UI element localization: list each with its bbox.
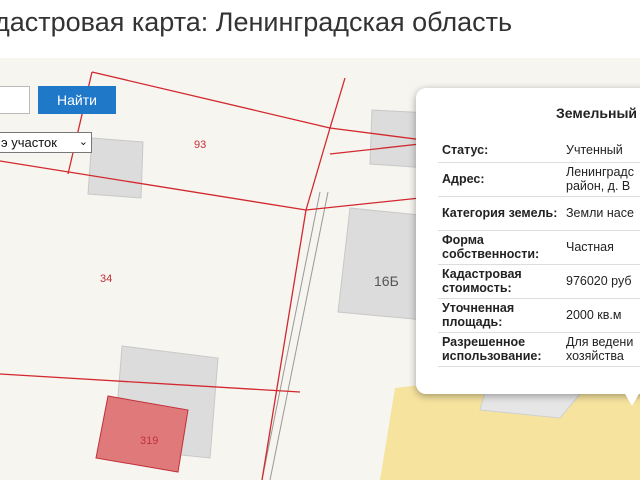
row-key: Статус:: [438, 138, 562, 163]
table-row: Категория земель: Земли насе: [438, 196, 640, 231]
parcel-label-93: 93: [194, 139, 206, 151]
parcel-info-popup: Земельный Статус: Учтенный Адрес: Ленингра…: [416, 88, 640, 394]
row-value: 976020 руб: [562, 264, 640, 299]
row-key: Уточненная площадь:: [438, 298, 562, 333]
object-type-select[interactable]: э участок ⌄: [0, 132, 92, 153]
row-key: Кадастровая стоимость:: [438, 264, 562, 299]
building: [87, 137, 144, 199]
row-value: Земли насе: [562, 196, 640, 231]
chevron-down-icon: ⌄: [78, 136, 88, 148]
object-type-selected: э участок: [1, 135, 57, 150]
row-value-text: Ленинградс район, д. В: [566, 165, 634, 193]
cadastral-number-input[interactable]: [0, 86, 30, 114]
building-label-16b: 16Б: [374, 273, 399, 289]
row-key: Разрешенное использование:: [438, 332, 562, 367]
row-value: Учтенный: [562, 138, 640, 163]
parcel-label-34: 34: [100, 273, 112, 285]
highlighted-parcel: [95, 395, 189, 473]
parcel-label-319: 319: [140, 435, 158, 447]
table-row: Адрес: Ленинградс район, д. В: [438, 162, 640, 197]
row-value: Частная: [562, 230, 640, 265]
table-row: Уточненная площадь: 2000 кв.м: [438, 298, 640, 333]
row-value: Ленинградс район, д. В: [562, 162, 640, 197]
parcel-info-table: Статус: Учтенный Адрес: Ленинградс район, …: [438, 138, 640, 367]
row-value: 2000 кв.м: [562, 298, 640, 333]
row-key: Форма собственности:: [438, 230, 562, 265]
table-row: Кадастровая стоимость: 976020 руб: [438, 264, 640, 299]
table-row: Форма собственности: Частная: [438, 230, 640, 265]
row-key: Категория земель:: [438, 196, 562, 231]
table-row: Статус: Учтенный: [438, 138, 640, 163]
page-title: дастровая карта: Ленинградская область: [0, 7, 513, 37]
popup-pointer: [624, 392, 640, 406]
row-value-text: Для ведени хозяйства: [566, 335, 634, 363]
table-row: Разрешенное использование: Для ведени хоз…: [438, 332, 640, 367]
search-button[interactable]: Найти: [38, 86, 116, 114]
row-key: Адрес:: [438, 162, 562, 197]
row-value: Для ведени хозяйства: [562, 332, 640, 367]
popup-title: Земельный: [556, 105, 638, 121]
